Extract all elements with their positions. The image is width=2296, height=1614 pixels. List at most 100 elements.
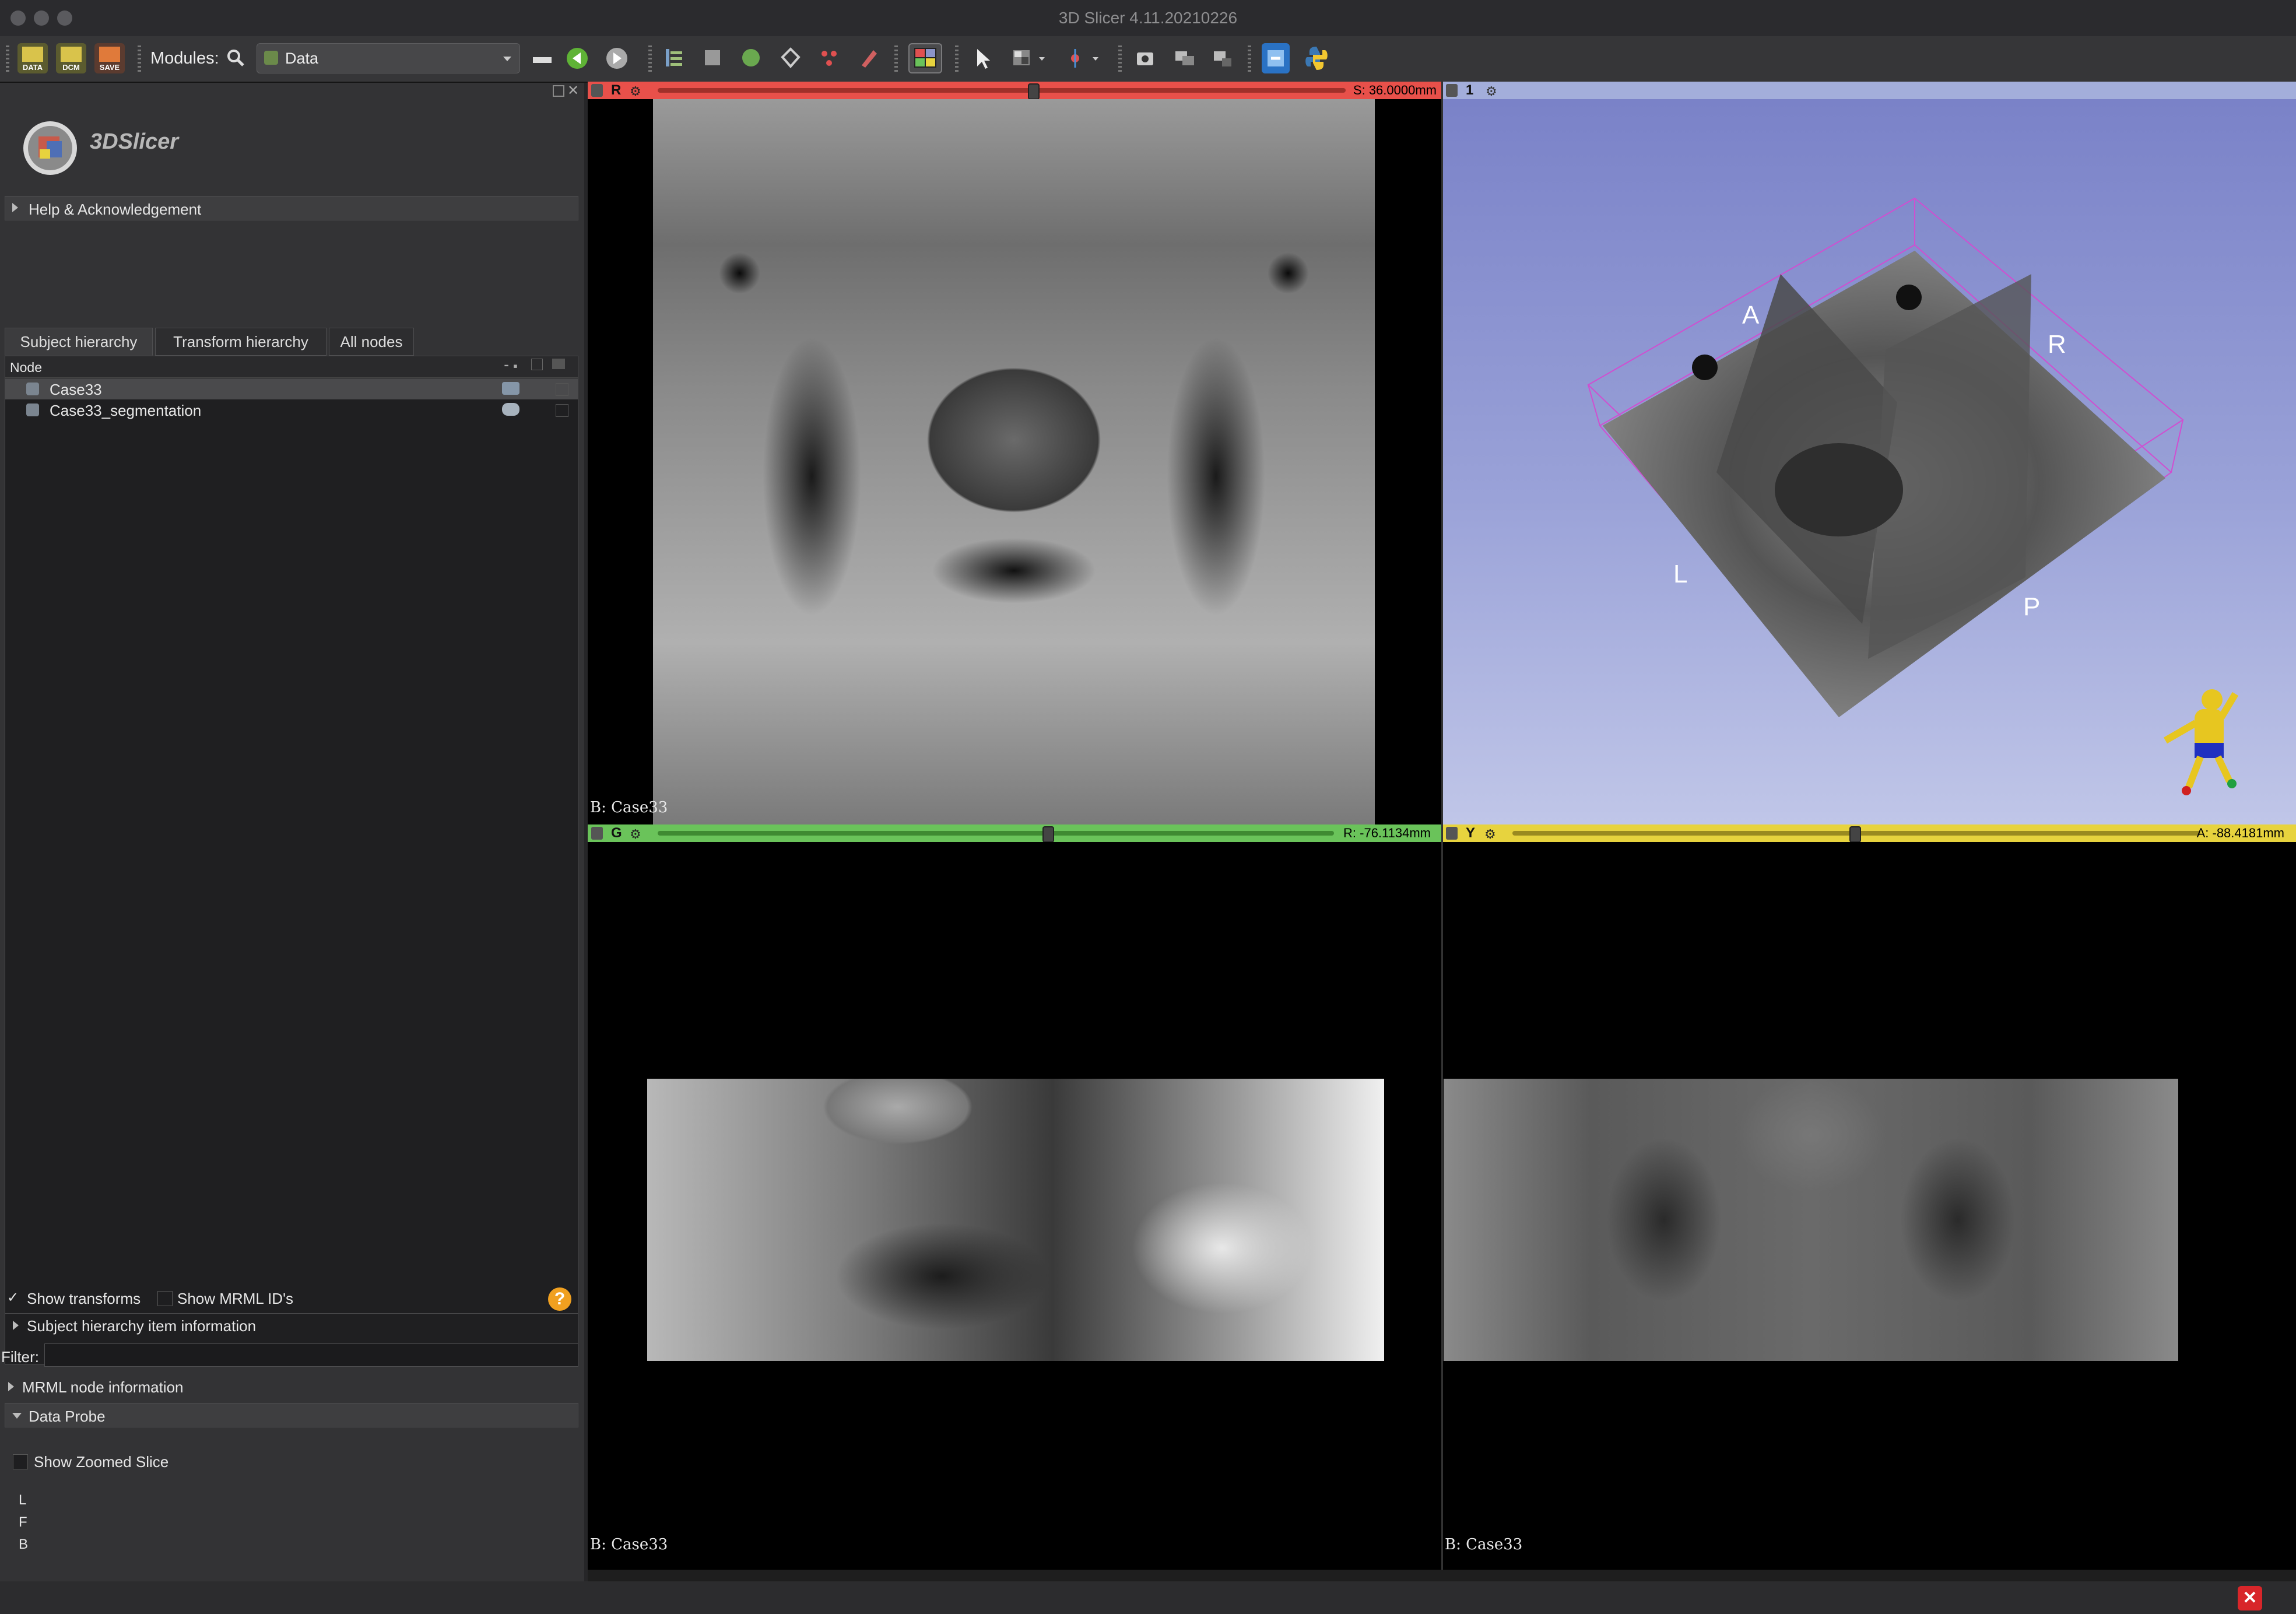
scene-view-icon[interactable]: [1172, 43, 1198, 73]
sagittal-mri-image: [647, 1079, 1384, 1361]
transform-column-icon: [552, 359, 565, 369]
show-zoomed-slice-checkbox[interactable]: [13, 1454, 28, 1469]
title-bar: 3D Slicer 4.11.20210226: [0, 0, 2296, 37]
red-slice-view[interactable]: B: Case33: [588, 99, 1442, 824]
tree-header: Node ⁃ ▪: [5, 356, 578, 378]
yellow-offset-value: A: -88.4181mm: [2196, 826, 2284, 840]
tab-transform-hierarchy[interactable]: Transform hierarchy: [155, 328, 327, 356]
red-background-label: B: Case33: [590, 799, 668, 816]
main-toolbar: DATA DCM SAVE Modules: Data: [0, 36, 2296, 83]
modules-label: Modules:: [150, 49, 219, 68]
filter-label: Filter:: [1, 1348, 39, 1366]
back-icon[interactable]: [564, 43, 590, 73]
dcm-icon-label: DCM: [62, 63, 80, 72]
green-slice-view[interactable]: B: Case33: [588, 842, 1442, 1570]
python-icon[interactable]: [1303, 43, 1330, 73]
transforms-icon[interactable]: [778, 43, 803, 73]
segment-editor-icon[interactable]: [856, 43, 882, 73]
toolbar-separator: [894, 45, 898, 72]
mrml-node-info-header[interactable]: MRML node information: [5, 1375, 578, 1398]
chevron-down-icon: [503, 57, 511, 61]
orientation-marker-p: P: [2023, 592, 2041, 621]
chevron-right-icon: [13, 1321, 19, 1330]
link-icon[interactable]: ⚙: [1486, 84, 1497, 99]
pin-icon[interactable]: [591, 827, 603, 840]
markups-icon[interactable]: [816, 43, 842, 73]
save-icon-label: SAVE: [100, 63, 120, 72]
module-selector[interactable]: Data: [257, 43, 520, 73]
show-mrml-ids-checkbox[interactable]: [157, 1291, 173, 1306]
yellow-slice-view[interactable]: B: Case33: [1442, 842, 2296, 1570]
threed-view-controller: 1 ⚙: [1442, 82, 2296, 99]
data-probe-header[interactable]: Data Probe: [5, 1403, 578, 1427]
search-icon[interactable]: [224, 43, 247, 73]
axial-mri-image: [653, 99, 1375, 824]
toolbar-grip: [6, 45, 9, 72]
transform-cell-icon[interactable]: [556, 404, 568, 417]
tree-row-label: Case33_segmentation: [50, 402, 202, 419]
item-info-header[interactable]: Subject hierarchy item information: [5, 1313, 578, 1337]
pin-icon[interactable]: [1446, 827, 1458, 840]
threed-view[interactable]: A R L P: [1442, 99, 2296, 824]
help-icon[interactable]: ?: [548, 1287, 571, 1311]
mouse-mode-icon[interactable]: [969, 43, 995, 73]
chevron-down-icon: [12, 1413, 22, 1419]
help-acknowledgement-header[interactable]: Help & Acknowledgement: [5, 196, 578, 220]
models-icon[interactable]: [738, 43, 764, 73]
tree-row-label: Case33: [50, 381, 102, 398]
forward-icon[interactable]: [604, 43, 630, 73]
data-icon-label: DATA: [23, 63, 43, 72]
show-mrml-ids-label: Show MRML ID's: [177, 1290, 294, 1307]
undock-icon[interactable]: [553, 85, 564, 97]
filter-input[interactable]: [44, 1343, 578, 1367]
orientation-marker-a: A: [1742, 301, 1760, 329]
volume-rendering-icon[interactable]: [700, 43, 725, 73]
green-offset-slider-handle[interactable]: [1042, 826, 1054, 843]
window-level-icon[interactable]: [1009, 43, 1049, 73]
dcm-icon[interactable]: DCM: [56, 43, 86, 73]
crosshair-icon[interactable]: [1062, 43, 1103, 73]
toolbar-separator: [648, 45, 652, 72]
show-zoomed-slice-label: Show Zoomed Slice: [34, 1453, 169, 1471]
pin-icon[interactable]: [591, 84, 603, 97]
module-panel: ✕ 3DSlicer Help & Acknowledgement Subjec…: [0, 83, 584, 1581]
transform-cell-icon[interactable]: [556, 383, 568, 396]
volume-node-icon: [26, 383, 39, 395]
module-selector-value: Data: [285, 50, 319, 67]
data-icon[interactable]: DATA: [17, 43, 48, 73]
yellow-offset-slider-handle[interactable]: [1849, 826, 1861, 843]
extension-manager-icon[interactable]: [1262, 43, 1290, 73]
eye-visibility-icon[interactable]: [502, 382, 519, 395]
link-icon[interactable]: ⚙: [1484, 827, 1496, 842]
error-close-icon[interactable]: ✕: [2238, 1586, 2262, 1611]
tab-all-nodes[interactable]: All nodes: [329, 328, 414, 356]
color-column-icon: [531, 359, 543, 370]
screenshot-icon[interactable]: [1132, 43, 1158, 73]
red-offset-slider-handle[interactable]: [1028, 83, 1040, 100]
data-probe-label: Data Probe: [29, 1408, 106, 1425]
show-transforms-checkbox[interactable]: ✓: [7, 1291, 21, 1305]
layout-icon[interactable]: [908, 43, 942, 73]
pin-icon[interactable]: [1446, 84, 1458, 97]
tree-row-case33-segmentation[interactable]: Case33_segmentation: [5, 399, 578, 420]
red-offset-value: S: 36.0000mm: [1353, 83, 1437, 97]
toolbar-separator: [955, 45, 959, 72]
view-divider-vertical: [1441, 82, 1443, 1570]
toggle-module-panel-icon[interactable]: [529, 43, 555, 73]
link-icon[interactable]: ⚙: [630, 827, 641, 842]
save-icon[interactable]: SAVE: [94, 43, 125, 73]
capture-icon[interactable]: [1210, 43, 1236, 73]
link-icon[interactable]: ⚙: [630, 84, 641, 99]
human-orientation-icon: [2164, 689, 2239, 795]
subject-hierarchy-tree[interactable]: Node ⁃ ▪ Case33 Case33_segmentation: [5, 356, 578, 1364]
tab-subject-hierarchy[interactable]: Subject hierarchy: [5, 328, 153, 356]
eye-visibility-icon[interactable]: [502, 403, 519, 416]
module-list-icon[interactable]: [661, 43, 687, 73]
tree-row-case33[interactable]: Case33: [5, 378, 578, 399]
green-view-label: G: [611, 825, 622, 841]
yellow-slice-controller: Y ⚙ A: -88.4181mm: [1442, 824, 2296, 843]
green-offset-slider[interactable]: [658, 831, 1334, 836]
chevron-right-icon: [12, 203, 18, 212]
red-offset-slider[interactable]: [658, 88, 1346, 93]
close-panel-icon[interactable]: ✕: [567, 84, 580, 98]
